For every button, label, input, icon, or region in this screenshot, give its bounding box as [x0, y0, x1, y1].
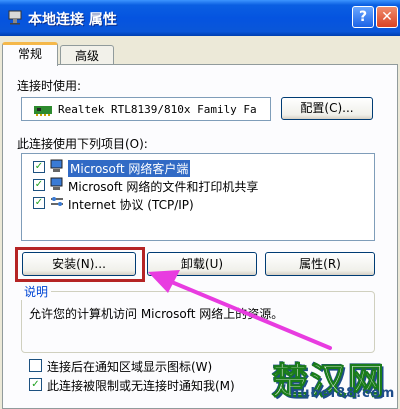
annotation-arrow: [148, 270, 332, 350]
watermark-url: hubei88.com: [290, 386, 396, 401]
tab-general[interactable]: 常规: [2, 42, 58, 66]
